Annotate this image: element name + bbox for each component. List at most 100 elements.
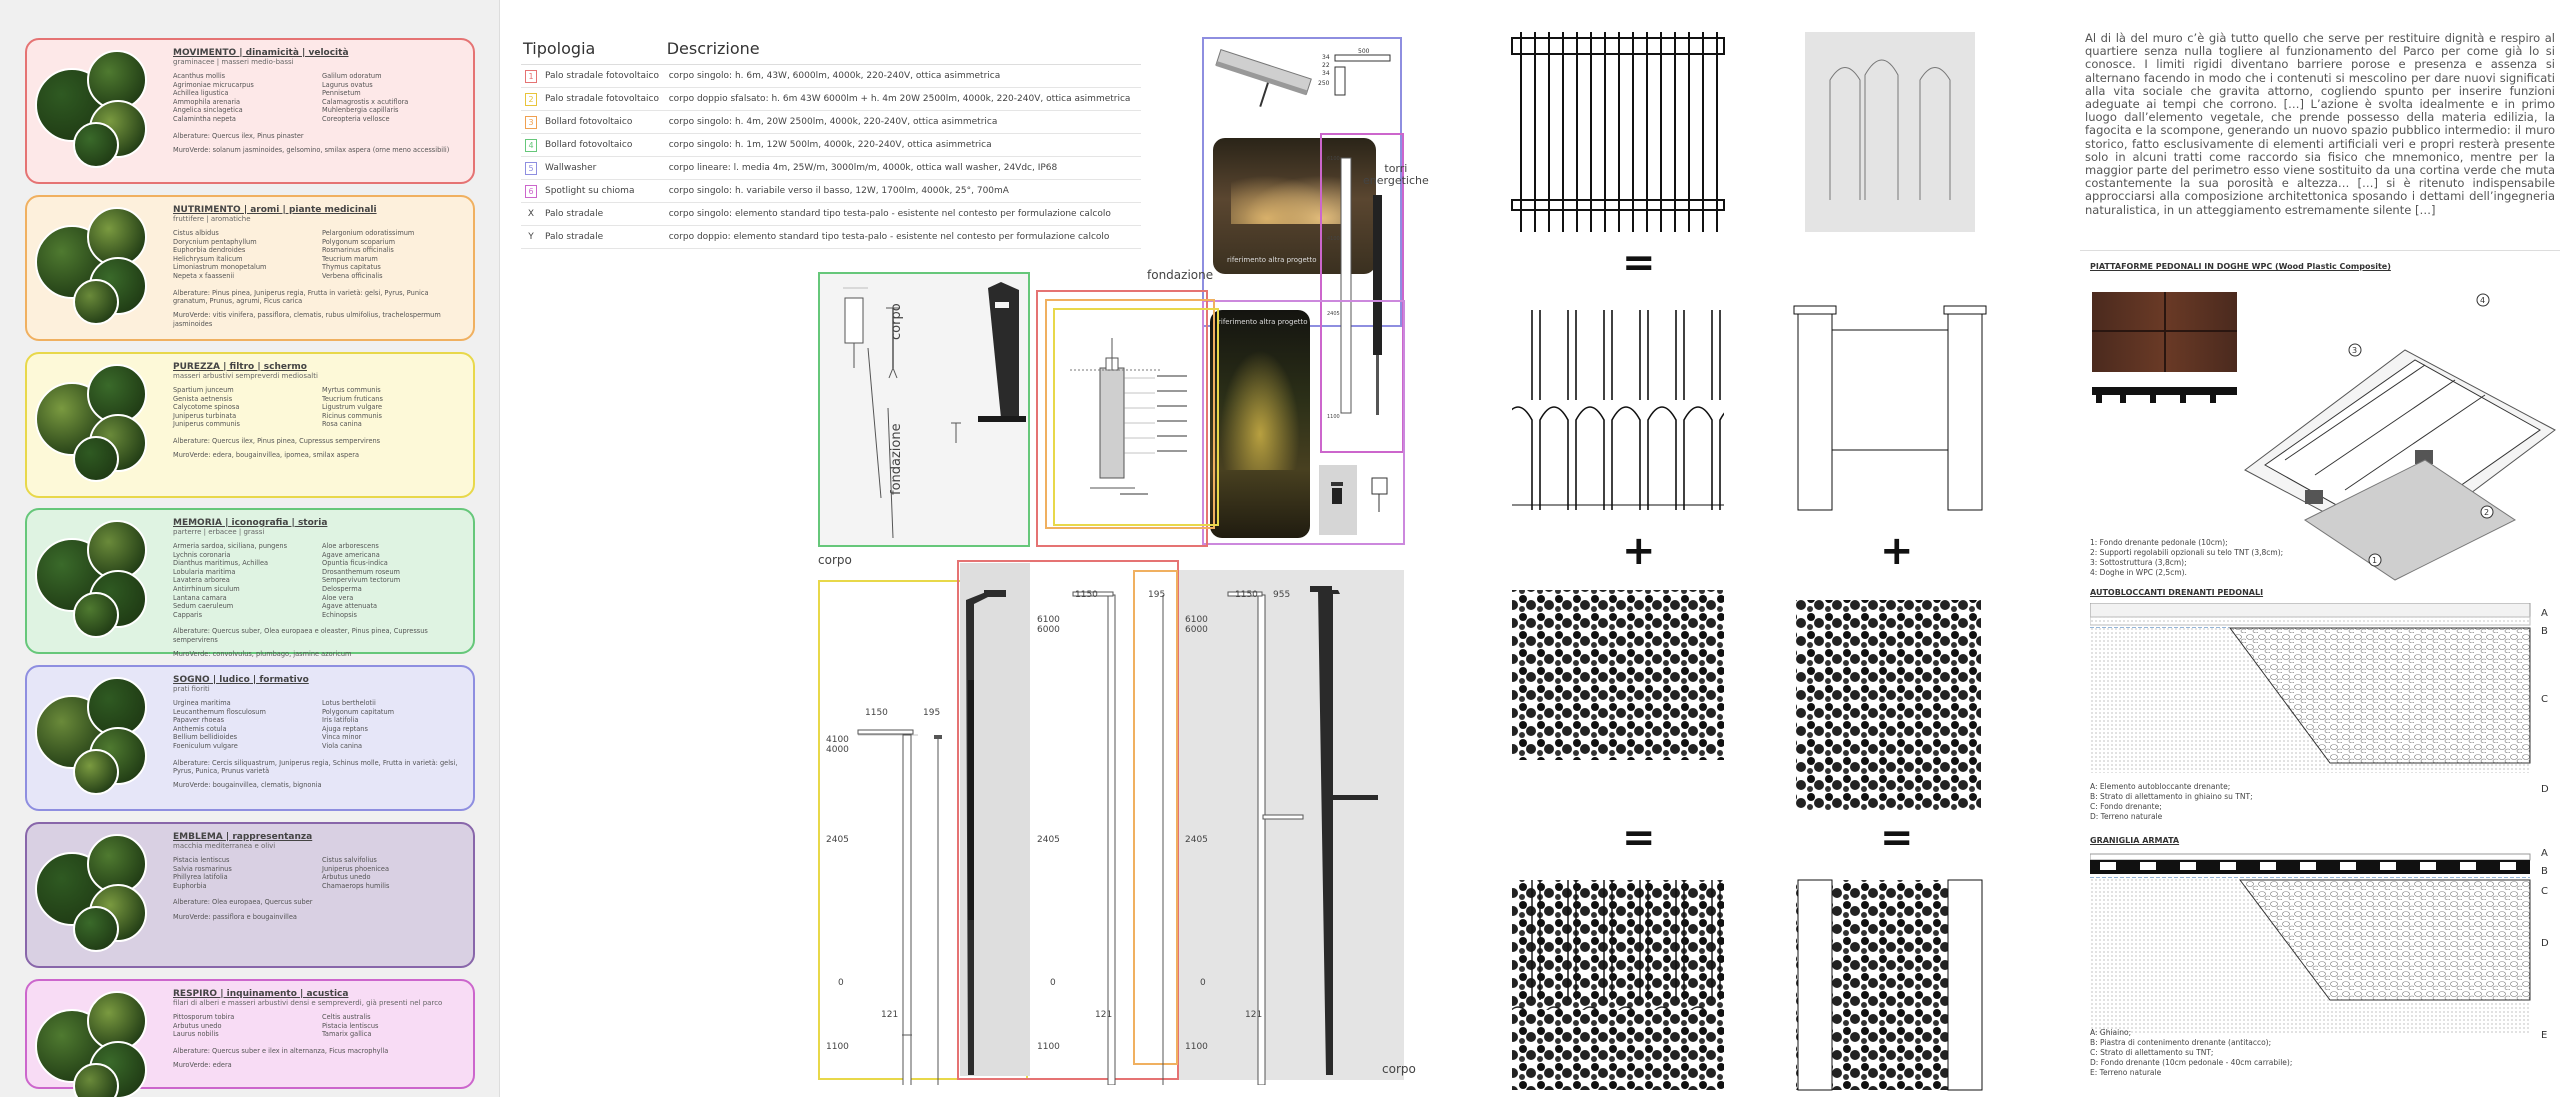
table-row: 1 Palo stradale fotovoltaico corpo singolo… <box>521 64 1141 88</box>
card-muroverde: MuroVerde: solanum jasminoides, gelsomin… <box>173 145 450 154</box>
gri-level-A: A <box>2541 848 2548 859</box>
card-species: Armeria sardoa, siciliana, pungens Lychn… <box>173 542 401 619</box>
row-type: Bollard fotovoltaico <box>541 110 665 134</box>
plus-sign: + <box>1880 528 1914 574</box>
arched-bars <box>1512 310 1724 510</box>
dim-width: 1150 <box>1075 590 1098 600</box>
dim-diameter: 121 <box>881 1010 899 1020</box>
card-muroverde: MuroVerde: vitis vinifera, passiflora, c… <box>173 311 441 328</box>
card-species: Pittosporum tobira Arbutus unedo Laurus … <box>173 1013 379 1039</box>
row-code: X <box>527 209 535 219</box>
plant-photo-cluster <box>35 677 171 795</box>
card-muroverde: MuroVerde: convolvulus, plumbago, jasmin… <box>173 650 352 659</box>
concept-paragraph: Al di là del muro c’è già tutto quello c… <box>2085 31 2555 217</box>
dim-diameter: 121 <box>1245 1010 1263 1020</box>
wpc-title: PIATTAFORME PEDONALI IN DOGHE WPC (Wood … <box>2090 262 2391 271</box>
gri-level-C: C <box>2541 886 2548 897</box>
dim-width: 1150 <box>865 708 888 718</box>
vegetation-2 <box>1796 600 1981 810</box>
wallwasher-product-drawing: 34 22 250 34 500 <box>1215 48 1391 107</box>
gri-level-B: B <box>2541 866 2548 877</box>
dim-width: 195 <box>923 708 941 718</box>
card-title: NUTRIMENTO | aromi | piante medicinali <box>173 205 377 215</box>
row-type: Palo stradale <box>541 225 665 249</box>
auto-section-drawing <box>2090 603 2531 773</box>
plant-card: NUTRIMENTO | aromi | piante medicinali fr… <box>25 195 475 341</box>
dim-height: 0 <box>1050 978 1056 988</box>
torri-energetiche-label: torri energetiche <box>1363 162 1429 187</box>
equals-sign: = <box>1622 815 1656 861</box>
gri-level-E: E <box>2541 1030 2548 1041</box>
table-row: 3 Bollard fotovoltaico corpo singolo: h. 4… <box>521 110 1141 134</box>
card-title: PUREZZA | filtro | schermo <box>173 362 307 372</box>
row-description: corpo singolo: h. variabile verso il bas… <box>664 179 1141 203</box>
table-row: 6 Spotlight su chioma corpo singolo: h. va… <box>521 179 1141 203</box>
plant-card: PUREZZA | filtro | schermo masseri arbust… <box>25 352 475 498</box>
card-subtitle: fruttifere | aromatiche <box>173 215 251 223</box>
card-alberature: Alberature: Quercus suber, Olea europaea… <box>173 627 428 644</box>
wallwasher-dim: 34 <box>1322 70 1330 77</box>
plant-photo <box>73 122 119 168</box>
card-subtitle: parterre | erbacee | grassi <box>173 528 265 536</box>
card-subtitle: prati fioriti <box>173 685 210 693</box>
foundation-section-drawing <box>1070 338 1187 495</box>
plant-photo <box>73 279 119 325</box>
row-type: Palo stradale <box>541 202 665 226</box>
fondazione-label: fondazione <box>1147 268 1214 282</box>
equals-sign: = <box>1880 815 1914 861</box>
spotlight-photo: riferimento altra progetto <box>1210 310 1310 538</box>
row-type: Palo stradale fotovoltaico <box>541 64 665 88</box>
plant-card: EMBLEMA | rappresentanza macchia mediterr… <box>25 822 475 968</box>
card-alberature: Alberature: Pinus pinea, Juniperus regia… <box>173 288 429 305</box>
row-code: 1 <box>525 69 537 83</box>
wallwasher-dim: 500 <box>1358 48 1370 55</box>
plus-sign: + <box>1622 528 1656 574</box>
col-header-tipologia: Tipologia <box>521 37 665 65</box>
wpc-callout: 1 <box>2372 556 2377 565</box>
dim-diameter: 121 <box>1095 1010 1113 1020</box>
dim-width: 195 <box>1148 590 1166 600</box>
auto-level-D: D <box>2541 784 2549 795</box>
card-muroverde: MuroVerde: passiflora e bougainvillea <box>173 912 297 921</box>
wall-diagram-svg <box>1511 32 1987 1091</box>
dim-height: 2405 <box>826 835 849 845</box>
lighting-panel: Tipologia Descrizione 1 Palo stradale fot… <box>505 0 1497 1097</box>
dim-height: 1100 <box>1185 1042 1208 1052</box>
dim-width: 1150 <box>1235 590 1258 600</box>
svg-text:4100: 4100 <box>1327 236 1340 242</box>
card-title: MEMORIA | iconografia | storia <box>173 518 328 528</box>
row-description: corpo singolo: h. 6m, 43W, 6000lm, 4000k… <box>664 64 1141 88</box>
table-row: 5 Wallwasher corpo lineare: l. media 4m, 2… <box>521 156 1141 180</box>
card-subtitle: filari di alberi e masseri arbustivi den… <box>173 999 443 1007</box>
graniglia-legend: A: Ghiaino; B: Piastra di contenimento d… <box>2090 1028 2293 1077</box>
card-species: Pistacia lentiscus Salvia rosmarinus Phi… <box>173 856 390 890</box>
plant-photo-cluster <box>35 834 171 952</box>
auto-level-B: B <box>2541 626 2548 637</box>
card-species: Acanthus mollis Agrimoniae micrucarpus A… <box>173 72 409 123</box>
row-code: 3 <box>525 115 537 129</box>
lighting-table: Tipologia Descrizione 1 Palo stradale fot… <box>521 37 1141 249</box>
plant-photo <box>73 749 119 795</box>
wallwasher-dim: 22 <box>1322 62 1330 69</box>
table-row: 4 Bollard fotovoltaico corpo singolo: h. 1… <box>521 133 1141 157</box>
fondazione-vertical-label: fondazione <box>889 423 904 495</box>
plant-photo-cluster <box>35 207 171 325</box>
photo-caption: riferimento altra progetto <box>1218 318 1308 326</box>
row-description: corpo singolo: elemento standard tipo te… <box>664 202 1141 226</box>
dim-height: 1100 <box>1037 1042 1060 1052</box>
dim-height: 6100 <box>1037 615 1060 625</box>
dim-height: 2405 <box>1185 835 1208 845</box>
wpc-photo <box>2092 292 2237 372</box>
card-alberature: Alberature: Cercis siliquastrum, Juniper… <box>173 758 458 775</box>
wpc-profile <box>2092 387 2237 403</box>
photo-caption: riferimento altra progetto <box>1227 256 1317 264</box>
col-header-descrizione: Descrizione <box>664 37 1141 65</box>
dim-height: 6000 <box>1185 625 1208 635</box>
plant-photo-cluster <box>35 364 171 482</box>
pole-elevations <box>857 586 1378 1085</box>
wpc-callout: 3 <box>2352 346 2357 355</box>
plant-photo-cluster <box>35 991 171 1097</box>
card-subtitle: graminacee | masseri medio-bassi <box>173 58 294 66</box>
row-description: corpo lineare: l. media 4m, 25W/m, 3000l… <box>664 156 1141 180</box>
row-description: corpo doppio sfalsato: h. 6m 43W 6000lm … <box>664 87 1141 111</box>
